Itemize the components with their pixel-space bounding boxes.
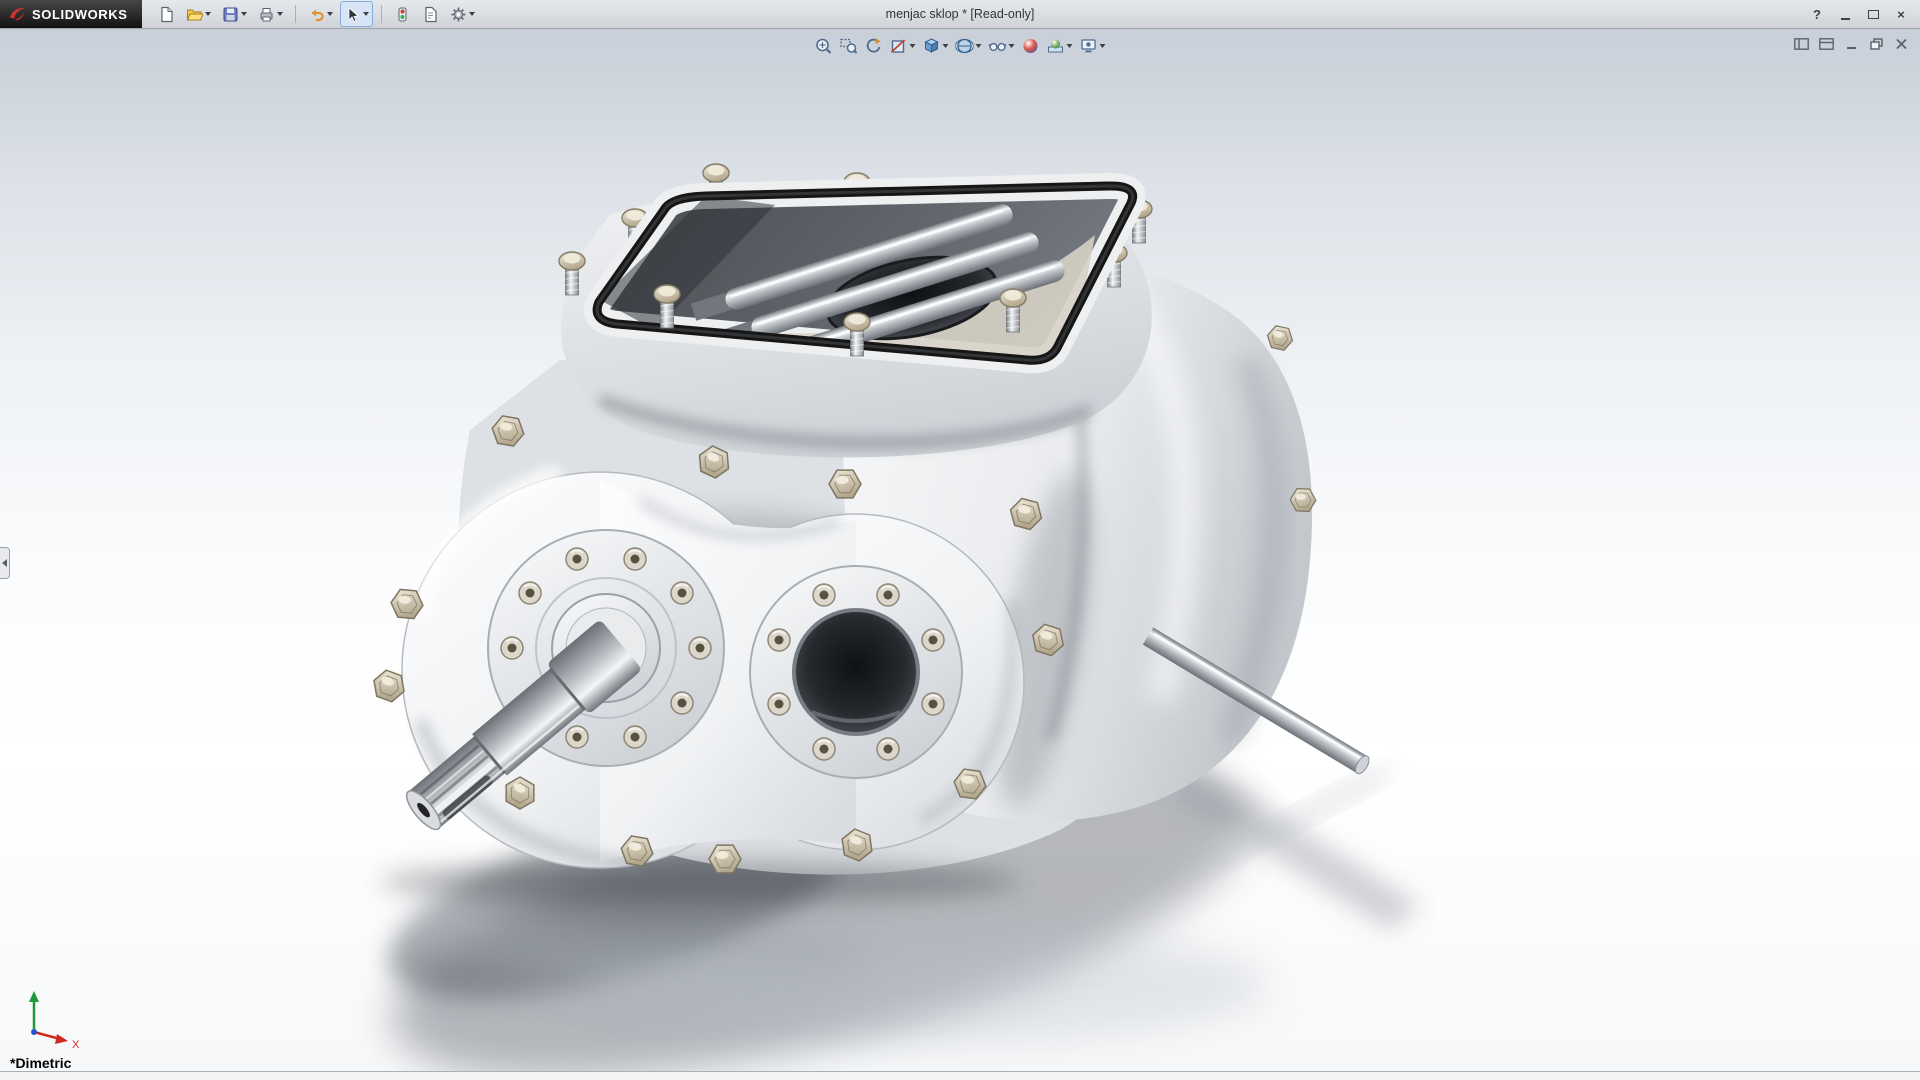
- zoom-to-area-button[interactable]: [838, 34, 860, 58]
- doc-close-icon: [1895, 38, 1908, 50]
- feature-tree-collapsed-tab[interactable]: [0, 547, 10, 579]
- dropdown-caret: [469, 12, 475, 16]
- doc-close-button[interactable]: [1892, 36, 1910, 51]
- options-gear-icon: [450, 6, 467, 23]
- close-button[interactable]: ×: [1888, 4, 1914, 24]
- main-toolbar: [154, 1, 479, 27]
- right-bearing-flange: [750, 566, 962, 778]
- previous-view-button[interactable]: [863, 34, 885, 58]
- doc-minimize-icon: [1845, 38, 1858, 50]
- save-floppy-icon: [222, 6, 239, 23]
- apply-scene-button[interactable]: [1045, 34, 1075, 58]
- solidworks-logo: SOLIDWORKS: [0, 0, 142, 28]
- previous-view-icon: [865, 37, 883, 55]
- hide-show-items-button[interactable]: [987, 34, 1017, 58]
- status-bar: [0, 1071, 1920, 1080]
- full-screen-icon: [1819, 38, 1834, 50]
- dropdown-caret: [976, 44, 982, 48]
- rebuild-traffic-light-icon: [394, 6, 411, 23]
- undo-icon: [308, 6, 325, 23]
- view-settings-icon: [1080, 37, 1098, 55]
- zoom-to-fit-icon: [815, 37, 833, 55]
- zoom-to-fit-button[interactable]: [813, 34, 835, 58]
- dropdown-caret: [241, 12, 247, 16]
- toolbar-separator: [381, 5, 382, 23]
- model-3d-gearbox-assembly[interactable]: [0, 28, 1920, 1072]
- doc-restore-button[interactable]: [1867, 36, 1885, 51]
- view-orientation-cube-icon: [923, 37, 941, 55]
- hide-show-glasses-icon: [989, 37, 1007, 55]
- open-document-button[interactable]: [182, 1, 215, 27]
- minimize-button[interactable]: [1832, 4, 1858, 24]
- edit-appearance-ball-icon: [1022, 37, 1040, 55]
- zoom-to-area-icon: [840, 37, 858, 55]
- triad-x-label: X: [72, 1039, 80, 1050]
- apply-scene-icon: [1047, 37, 1065, 55]
- split-pane-button[interactable]: [1792, 36, 1810, 51]
- dropdown-caret: [277, 12, 283, 16]
- file-properties-button[interactable]: [418, 1, 443, 27]
- under-plate-seam: [380, 860, 1020, 904]
- dropdown-caret: [205, 12, 211, 16]
- select-tool-button[interactable]: [340, 1, 373, 27]
- print-document-button[interactable]: [254, 1, 287, 27]
- graphics-area[interactable]: X *Dimetric: [0, 28, 1920, 1072]
- dropdown-caret: [1067, 44, 1073, 48]
- select-cursor-icon: [344, 6, 361, 23]
- new-document-icon: [158, 6, 175, 23]
- triad-z-axis: [31, 1029, 37, 1035]
- undo-button[interactable]: [304, 1, 337, 27]
- dropdown-caret: [943, 44, 949, 48]
- dropdown-caret: [327, 12, 333, 16]
- doc-restore-icon: [1870, 38, 1883, 50]
- view-settings-button[interactable]: [1078, 34, 1108, 58]
- dropdown-caret: [363, 12, 369, 16]
- toolbar-separator: [295, 5, 296, 23]
- edit-appearance-button[interactable]: [1020, 34, 1042, 58]
- options-button[interactable]: [446, 1, 479, 27]
- dropdown-caret: [1009, 44, 1015, 48]
- dropdown-caret: [910, 44, 916, 48]
- triad-y-axis: [29, 991, 39, 1002]
- triad-x-axis: [55, 1034, 68, 1044]
- dropdown-caret: [1100, 44, 1106, 48]
- orientation-triad[interactable]: X: [16, 986, 86, 1050]
- section-view-icon: [890, 37, 908, 55]
- full-screen-button[interactable]: [1817, 36, 1835, 51]
- maximize-button[interactable]: [1860, 4, 1886, 24]
- title-bar: SOLIDWORKS: [0, 0, 1920, 29]
- file-properties-icon: [422, 6, 439, 23]
- display-style-button[interactable]: [954, 34, 984, 58]
- view-orientation-button[interactable]: [921, 34, 951, 58]
- window-controls: ? ×: [1804, 4, 1920, 24]
- brand-text: SOLIDWORKS: [32, 7, 128, 22]
- rebuild-button[interactable]: [390, 1, 415, 27]
- view-orientation-label: *Dimetric: [10, 1055, 71, 1071]
- open-folder-icon: [186, 6, 203, 23]
- document-window-controls: [1792, 36, 1910, 51]
- document-title: menjac sklop * [Read-only]: [886, 7, 1035, 21]
- new-document-button[interactable]: [154, 1, 179, 27]
- split-pane-icon: [1794, 38, 1809, 50]
- help-button[interactable]: ?: [1804, 4, 1830, 24]
- doc-minimize-button[interactable]: [1842, 36, 1860, 51]
- solidworks-ds-icon: [8, 5, 26, 23]
- print-icon: [258, 6, 275, 23]
- display-style-icon: [956, 37, 974, 55]
- headsup-view-toolbar: [813, 34, 1108, 58]
- save-document-button[interactable]: [218, 1, 251, 27]
- section-view-button[interactable]: [888, 34, 918, 58]
